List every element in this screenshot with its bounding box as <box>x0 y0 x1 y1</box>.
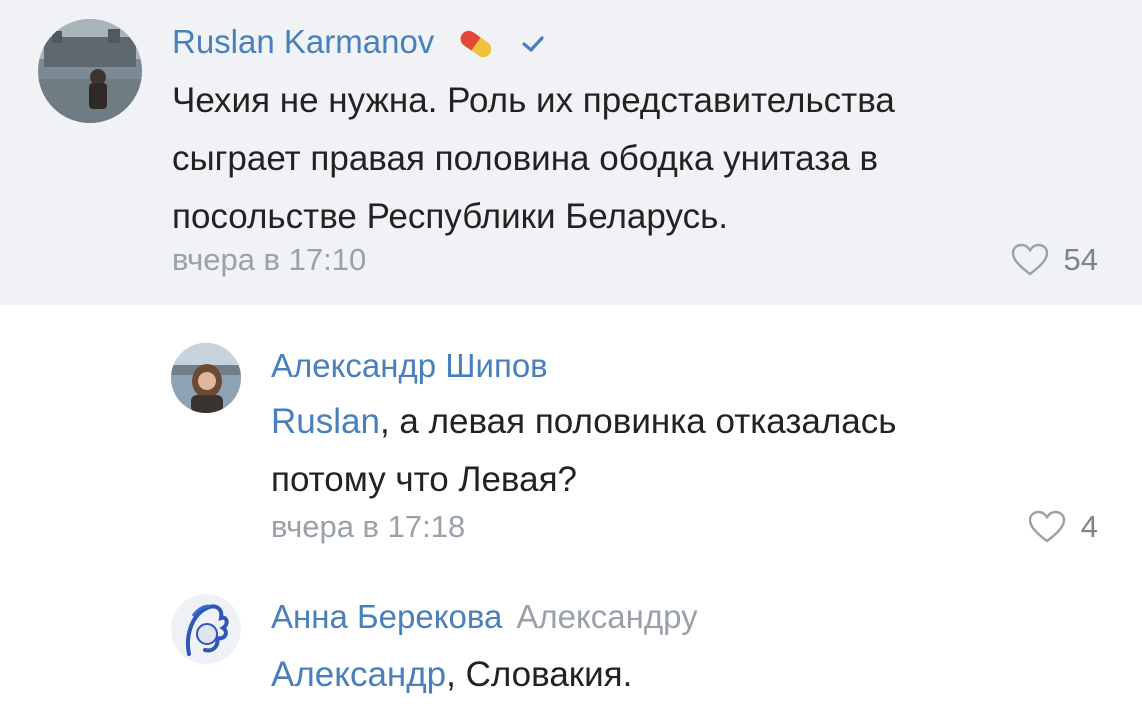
like-button[interactable]: 4 <box>1027 507 1098 547</box>
verified-check-icon <box>521 34 545 54</box>
comment-text: Ruslan, а левая половинка отказалась пот… <box>271 393 897 509</box>
avatar[interactable] <box>171 343 241 413</box>
comment-text: Александр, Словакия. <box>271 646 632 704</box>
comment-line: сыграет правая половина ободка унитаза в <box>172 139 879 178</box>
comment-author: Анна Берекова Александру <box>271 598 698 635</box>
reply-to-label[interactable]: Александру <box>516 598 697 635</box>
mention-link[interactable]: Ruslan <box>271 402 380 441</box>
comment-time[interactable]: вчера в 17:18 <box>271 507 465 547</box>
comment-item: Александр Шипов Ruslan, а левая половинк… <box>0 305 1142 560</box>
comment-item: Ruslan Karmanov Чехия не нужна. Роль их … <box>0 0 1142 305</box>
avatar[interactable] <box>171 594 241 664</box>
comment-line: посольстве Республики Беларусь. <box>172 197 729 236</box>
comment-text: Чехия не нужна. Роль их представительств… <box>172 72 895 246</box>
pill-icon <box>455 26 497 62</box>
like-button[interactable]: 54 <box>1010 240 1098 280</box>
comment-author[interactable]: Ruslan Karmanov <box>172 22 545 62</box>
like-count: 4 <box>1080 509 1098 544</box>
comment-line: потому что Левая? <box>271 460 578 499</box>
comment-time[interactable]: вчера в 17:10 <box>172 240 366 280</box>
avatar[interactable] <box>38 19 142 123</box>
comment-line: Александр, Словакия. <box>271 655 633 694</box>
heart-icon <box>1010 243 1050 277</box>
like-count: 54 <box>1063 242 1098 277</box>
comment-author[interactable]: Александр Шипов <box>271 346 548 386</box>
mention-link[interactable]: Александр <box>271 655 446 694</box>
comment-line: Ruslan, а левая половинка отказалась <box>271 402 897 441</box>
comment-item: Анна Берекова Александру Александр, Слова… <box>0 560 1142 706</box>
comment-line: Чехия не нужна. Роль их представительств… <box>172 81 895 120</box>
heart-icon <box>1027 510 1067 544</box>
